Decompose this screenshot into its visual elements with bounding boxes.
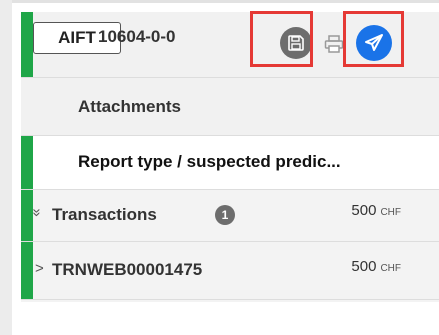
case-type-label: AIFT	[58, 28, 96, 47]
list-item-transactions[interactable]: » Transactions 1 500 CHF	[21, 190, 439, 242]
transactions-count-badge: 1	[215, 205, 235, 225]
amount-value: 500	[351, 202, 377, 219]
active-indicator	[21, 12, 33, 77]
left-strip	[0, 0, 12, 335]
amount-value: 500	[351, 258, 377, 275]
send-highlight-box	[343, 11, 404, 67]
transaction-amount: 500 CHF	[351, 258, 401, 275]
print-icon	[324, 35, 344, 53]
transactions-label: Transactions	[52, 205, 157, 224]
transaction-id-label: TRNWEB00001475	[52, 260, 203, 279]
report-type-label: Report type / suspected predic...	[78, 152, 341, 171]
save-highlight-box	[250, 11, 313, 67]
currency-label: CHF	[380, 263, 401, 274]
case-id: 10604-0-0	[98, 27, 176, 46]
chevron-right-icon[interactable]: >	[35, 260, 44, 277]
active-indicator	[21, 242, 33, 299]
list-item-attachments[interactable]: Attachments	[21, 78, 439, 136]
top-divider	[12, 0, 439, 3]
list-item-report-type[interactable]: Report type / suspected predic...	[21, 136, 439, 190]
transactions-amount: 500 CHF	[351, 202, 401, 219]
attachments-label: Attachments	[78, 97, 181, 116]
chevron-down-icon[interactable]: »	[29, 208, 46, 216]
currency-label: CHF	[380, 207, 401, 218]
print-button[interactable]	[323, 33, 345, 55]
list-item-transaction[interactable]: > TRNWEB00001475 500 CHF	[21, 242, 439, 300]
active-indicator	[21, 136, 33, 189]
